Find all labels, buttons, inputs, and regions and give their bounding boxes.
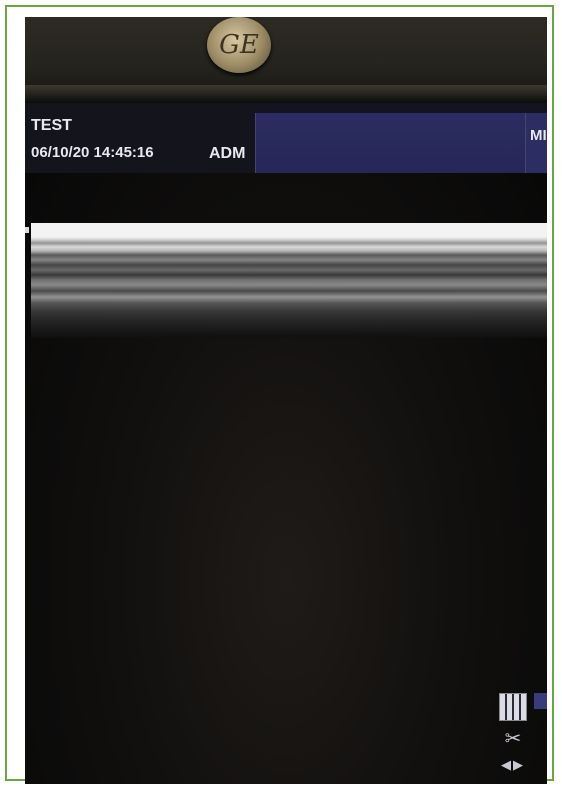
depth-marker [25,227,29,233]
ultrasound-monitor-photo: GE TEST 06/10/20 14:45:16 ADM MI ✂ ◀▶ ➜ [25,17,547,784]
header-info-panel [255,113,526,173]
keypad-icon[interactable] [499,693,527,721]
side-toolbar: ✂ ◀▶ ➜ [493,693,533,784]
arrows-icon[interactable]: ◀▶ [493,757,533,773]
exam-datetime: 06/10/20 14:45:16 [31,144,154,161]
bezel-edge [25,85,547,103]
scalpel-icon[interactable]: ✂ [493,729,533,749]
ge-logo: GE [207,17,271,73]
mechanical-index-label: MI [530,127,547,144]
ultrasound-image [31,223,547,338]
operator-label: ADM [209,145,246,162]
patient-name: TEST [31,117,72,134]
side-panel-tab[interactable] [534,693,547,709]
screen-header: TEST 06/10/20 14:45:16 ADM MI [25,103,547,173]
ultrasound-screen: TEST 06/10/20 14:45:16 ADM MI ✂ ◀▶ ➜ [25,103,547,784]
cursor-icon[interactable]: ➜ [493,781,533,784]
patient-info-panel: TEST 06/10/20 14:45:16 ADM [25,103,255,173]
ge-logo-text: GE [219,30,259,60]
monitor-bezel: GE [25,17,547,103]
mechanical-index-panel: MI [525,113,547,173]
